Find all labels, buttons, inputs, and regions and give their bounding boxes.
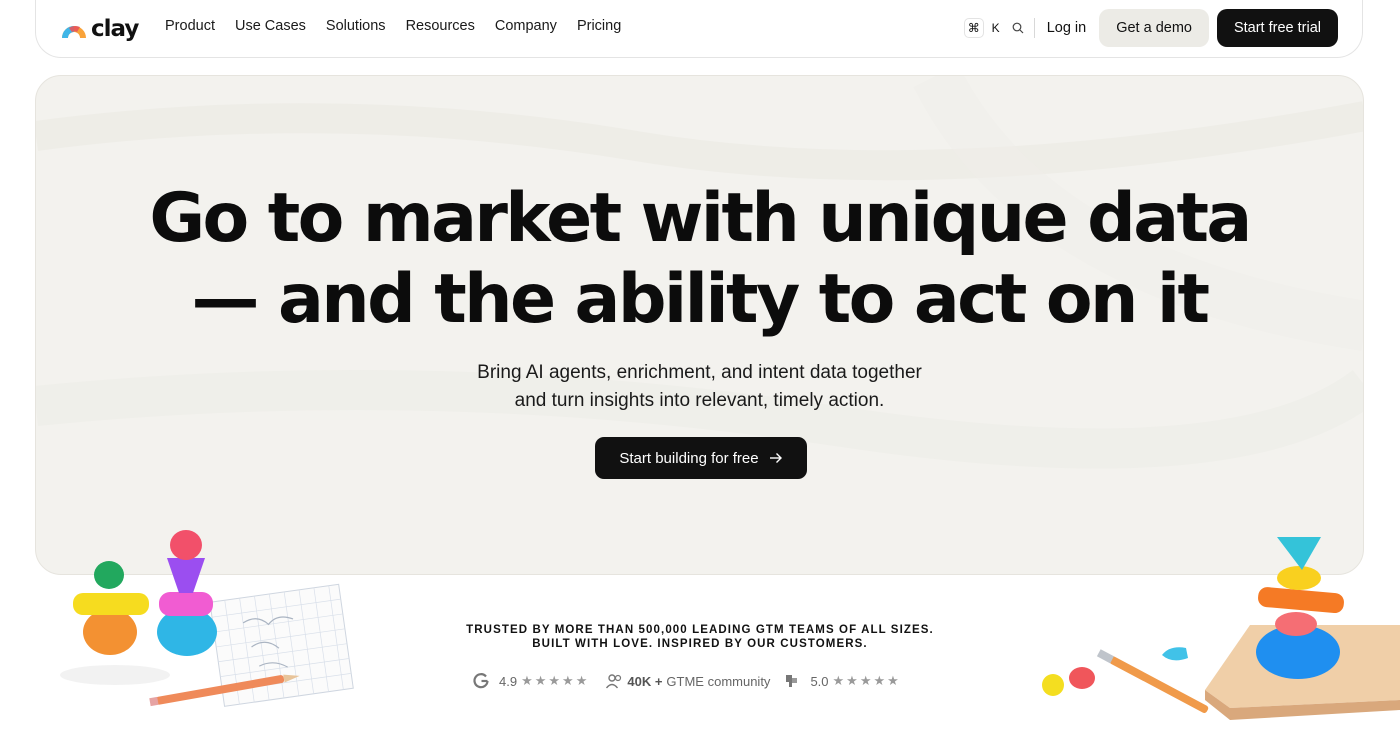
review-platform-icon [786,675,798,687]
search-icon[interactable] [1008,18,1028,38]
community-stat[interactable]: 40K + GTME community [605,673,770,689]
menu-company[interactable]: Company [495,18,557,34]
clay-logo[interactable]: clay [60,16,139,42]
hero-section: Go to market with unique data — and the … [35,75,1364,575]
trust-line-2: BUILT WITH LOVE. INSPIRED BY OUR CUSTOME… [532,638,868,650]
menu-solutions[interactable]: Solutions [326,18,386,34]
subheadline-line-1: Bring AI agents, enrichment, and intent … [477,362,922,383]
hero-subheadline: Bring AI agents, enrichment, and intent … [36,359,1363,415]
review-rating[interactable]: 5.0 ★★★★★ [784,673,900,689]
menu-use-cases[interactable]: Use Cases [235,18,306,34]
ratings-row: 4.9 ★★★★★ 40K + GTME community 5.0 ★★★★★ [472,672,901,690]
main-menu: Product Use Cases Solutions Resources Co… [165,18,621,34]
review-score: 5.0 [810,673,829,689]
g2-score: 4.9 [499,673,518,689]
nav-divider [1033,18,1035,38]
get-demo-button[interactable]: Get a demo [1099,9,1209,47]
clay-stack-illustration-left [60,530,354,707]
hero-headline: Go to market with unique data — and the … [36,178,1363,340]
people-icon [606,674,622,689]
logo-wordmark: clay [91,16,139,42]
community-count: 40K + [627,673,663,689]
headline-line-2: — and the ability to act on it [191,260,1211,339]
k-key[interactable]: K [986,18,1006,38]
g2-icon [473,673,489,689]
review-stars: ★★★★★ [832,673,901,688]
login-link[interactable]: Log in [1047,20,1087,36]
start-building-button[interactable]: Start building for free [595,437,807,479]
top-navbar: clay Product Use Cases Solutions Resourc… [35,0,1363,58]
menu-pricing[interactable]: Pricing [577,18,621,34]
menu-resources[interactable]: Resources [406,18,475,34]
subheadline-line-2: and turn insights into relevant, timely … [514,390,885,411]
start-free-trial-button[interactable]: Start free trial [1216,9,1338,47]
headline-line-1: Go to market with unique data [149,179,1252,258]
g2-rating[interactable]: 4.9 ★★★★★ [472,672,589,690]
nav-actions: ⌘ K Log in Get a demo Start free trial [963,9,1338,47]
command-key-icon[interactable]: ⌘ [963,18,984,38]
arrow-right-icon [769,453,782,463]
trust-statement: TRUSTED BY MORE THAN 500,000 LEADING GTM… [0,623,1400,651]
menu-product[interactable]: Product [165,18,215,34]
cta-label: Start building for free [619,449,759,467]
community-label: GTME community [666,673,771,689]
clay-logo-icon [62,26,86,38]
trust-line-1: TRUSTED BY MORE THAN 500,000 LEADING GTM… [466,624,934,636]
g2-stars: ★★★★★ [521,673,590,688]
